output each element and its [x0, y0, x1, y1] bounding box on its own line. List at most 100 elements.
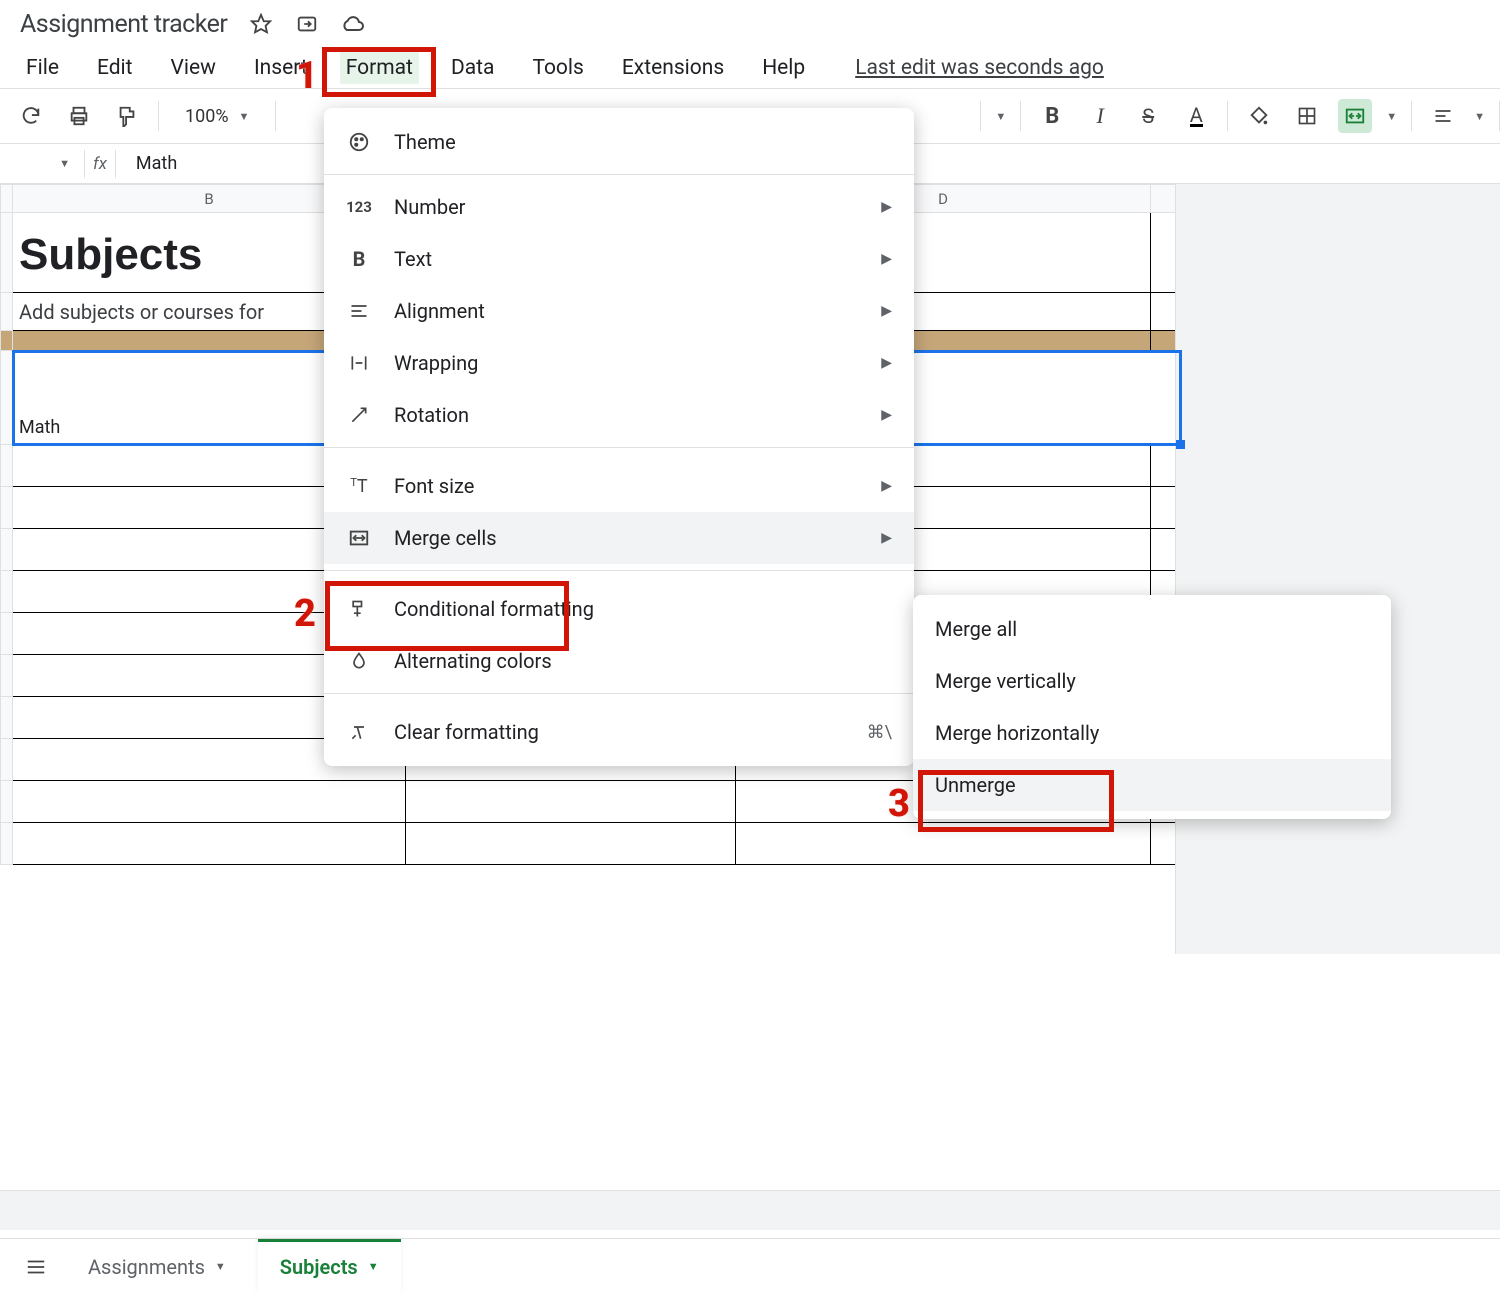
palette-icon	[346, 131, 372, 153]
add-sheet-icon[interactable]	[16, 1247, 56, 1287]
menu-data[interactable]: Data	[445, 52, 501, 84]
chevron-down-icon: ▼	[59, 157, 70, 170]
menu-item-text[interactable]: B Text ▶	[324, 233, 914, 285]
menu-item-label: Font size	[394, 474, 474, 498]
chevron-right-icon: ▶	[881, 407, 892, 423]
merge-submenu[interactable]: Merge all Merge vertically Merge horizon…	[913, 595, 1391, 819]
menu-item-label: Wrapping	[394, 351, 478, 375]
number-icon: 123	[346, 198, 372, 216]
row-header[interactable]	[1, 331, 13, 351]
menu-item-rotation[interactable]: Rotation ▶	[324, 389, 914, 441]
menu-item-alternating[interactable]: Alternating colors	[324, 635, 914, 687]
align-icon	[346, 301, 372, 321]
chevron-down-icon: ▼	[215, 1260, 226, 1273]
menu-item-label: Alignment	[394, 299, 485, 323]
format-menu[interactable]: Theme 123 Number ▶ B Text ▶ Alignment ▶ …	[324, 108, 914, 766]
bold-icon: B	[346, 247, 372, 271]
row-header[interactable]	[1, 571, 13, 613]
cloud-icon[interactable]	[341, 12, 365, 36]
menu-bar: File Edit View Insert Format Data Tools …	[0, 48, 1500, 88]
chevron-down-icon[interactable]: ▼	[1386, 110, 1397, 123]
menu-item-label: Unmerge	[935, 773, 1016, 797]
borders-icon[interactable]	[1290, 99, 1324, 133]
droplet-icon	[346, 651, 372, 671]
strikethrough-icon[interactable]: S	[1131, 99, 1165, 133]
menu-item-label: Rotation	[394, 403, 469, 427]
menu-tools[interactable]: Tools	[526, 52, 589, 84]
menu-item-merge-cells[interactable]: Merge cells ▶	[324, 512, 914, 564]
chevron-right-icon: ▶	[881, 199, 892, 215]
menu-item-label: Clear formatting	[394, 720, 539, 744]
row-header[interactable]	[1, 613, 13, 655]
zoom-select[interactable]: 100% ▼	[173, 106, 261, 127]
row-header[interactable]	[1, 655, 13, 697]
cell[interactable]	[13, 823, 406, 865]
paint-format-icon[interactable]	[110, 99, 144, 133]
row-header[interactable]	[1, 739, 13, 781]
row-header[interactable]	[1, 213, 13, 293]
tab-subjects[interactable]: Subjects ▼	[258, 1239, 401, 1294]
menu-view[interactable]: View	[165, 52, 222, 84]
text-color-icon[interactable]: A	[1179, 99, 1213, 133]
menu-format[interactable]: Format	[340, 52, 419, 84]
sheet-tabs: Assignments ▼ Subjects ▼	[0, 1238, 1500, 1294]
cell[interactable]	[406, 823, 736, 865]
chevron-down-icon[interactable]: ▼	[1474, 110, 1485, 123]
merge-cells-icon[interactable]	[1338, 99, 1372, 133]
separator	[1227, 101, 1228, 131]
tab-assignments[interactable]: Assignments ▼	[66, 1239, 248, 1294]
corner-cell[interactable]	[1, 185, 13, 213]
star-icon[interactable]	[249, 12, 273, 36]
annotation-number-1: 1	[296, 54, 318, 98]
row-header[interactable]	[1, 697, 13, 739]
name-box[interactable]: ▼	[10, 157, 70, 170]
separator	[158, 101, 159, 131]
menu-item-merge-vertically[interactable]: Merge vertically	[913, 655, 1391, 707]
redo-icon[interactable]	[14, 99, 48, 133]
separator	[324, 693, 914, 694]
row-header[interactable]	[1, 293, 13, 331]
menu-item-merge-horizontally[interactable]: Merge horizontally	[913, 707, 1391, 759]
row-header[interactable]	[1, 351, 13, 445]
bottom-spacer	[0, 1190, 1500, 1230]
menu-extensions[interactable]: Extensions	[616, 52, 730, 84]
menu-item-number[interactable]: 123 Number ▶	[324, 181, 914, 233]
row-header[interactable]	[1, 487, 13, 529]
menu-item-theme[interactable]: Theme	[324, 116, 914, 168]
menu-item-label: Alternating colors	[394, 649, 552, 673]
row-header[interactable]	[1, 823, 13, 865]
cell[interactable]	[13, 781, 406, 823]
menu-item-alignment[interactable]: Alignment ▶	[324, 285, 914, 337]
formula-value[interactable]: Math	[130, 153, 177, 174]
menu-item-unmerge[interactable]: Unmerge	[913, 759, 1391, 811]
menu-item-conditional[interactable]: Conditional formatting	[324, 583, 914, 635]
menu-item-wrapping[interactable]: Wrapping ▶	[324, 337, 914, 389]
cell[interactable]	[406, 781, 736, 823]
italic-icon[interactable]: I	[1083, 99, 1117, 133]
cell[interactable]	[736, 823, 1151, 865]
row-header[interactable]	[1, 529, 13, 571]
menu-help[interactable]: Help	[756, 52, 811, 84]
chevron-down-icon[interactable]: ▼	[995, 110, 1006, 123]
row-header[interactable]	[1, 445, 13, 487]
separator	[324, 174, 914, 175]
fill-color-icon[interactable]	[1242, 99, 1276, 133]
menu-item-font-size[interactable]: TT Font size ▶	[324, 460, 914, 512]
menu-item-clear-formatting[interactable]: Clear formatting ⌘\	[324, 706, 914, 758]
last-edit-link[interactable]: Last edit was seconds ago	[855, 56, 1104, 80]
menu-item-label: Theme	[394, 130, 456, 154]
shortcut-label: ⌘\	[867, 722, 892, 743]
align-icon[interactable]	[1426, 99, 1460, 133]
menu-item-merge-all[interactable]: Merge all	[913, 603, 1391, 655]
document-title[interactable]: Assignment tracker	[20, 10, 227, 39]
move-icon[interactable]	[295, 12, 319, 36]
menu-file[interactable]: File	[20, 52, 65, 84]
print-icon[interactable]	[62, 99, 96, 133]
merge-icon	[346, 527, 372, 549]
menu-edit[interactable]: Edit	[91, 52, 139, 84]
menu-item-label: Merge all	[935, 617, 1017, 641]
annotation-number-2: 2	[294, 592, 316, 636]
row-header[interactable]	[1, 781, 13, 823]
sheet-void	[1175, 184, 1500, 954]
bold-icon[interactable]: B	[1035, 99, 1069, 133]
